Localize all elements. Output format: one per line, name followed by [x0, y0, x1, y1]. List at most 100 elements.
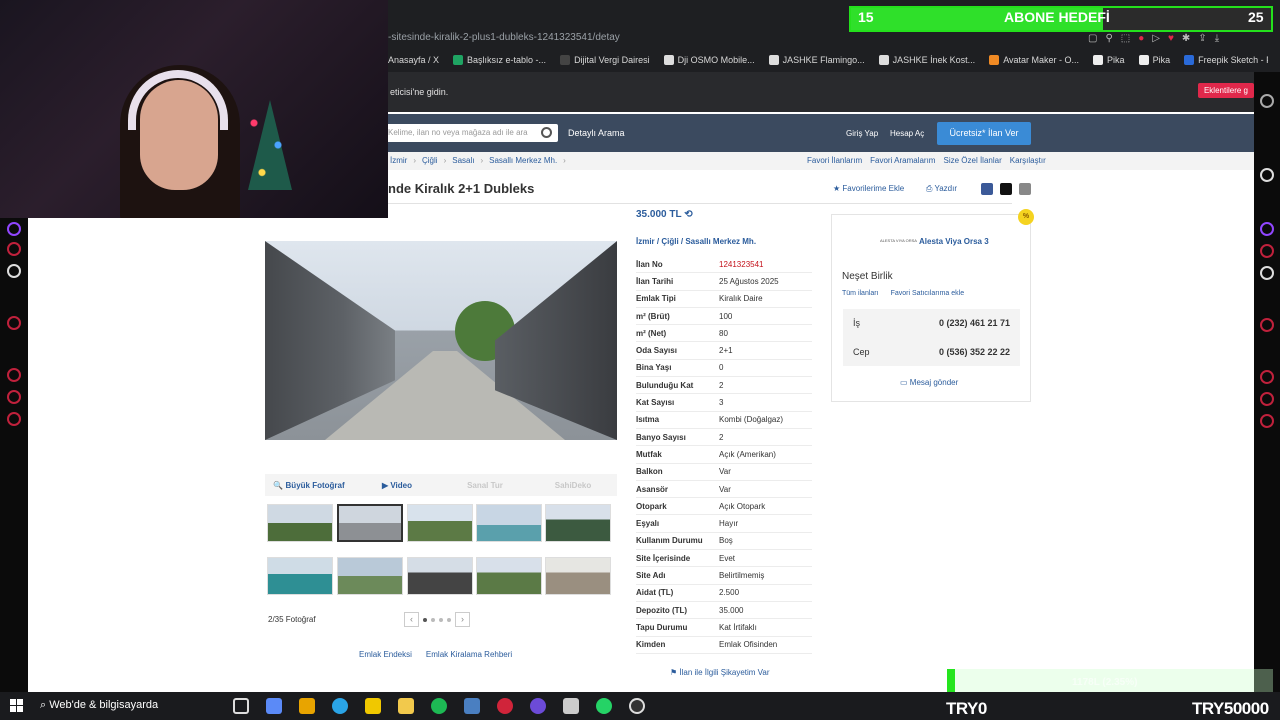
thumbnail[interactable] [267, 504, 333, 542]
report-link[interactable]: ⚑ İlan ile İlgili Şikayetim Var [670, 668, 770, 677]
app-icon[interactable] [464, 698, 480, 714]
bookmark-item[interactable]: Dijital Vergi Dairesi [560, 55, 650, 65]
instagram-icon[interactable] [1260, 244, 1274, 258]
bookmark-item[interactable]: Dji OSMO Mobile... [663, 55, 755, 65]
download-icon[interactable]: ⤓ [1215, 33, 1219, 44]
copilot-icon[interactable] [266, 698, 282, 714]
extensions-button[interactable]: Eklentilere g [1197, 83, 1254, 98]
thumbnail[interactable] [407, 557, 473, 595]
clock-icon[interactable] [1260, 370, 1274, 384]
breadcrumb-item[interactable]: Çiğli [422, 152, 438, 170]
settings-icon[interactable] [7, 390, 21, 404]
store-name[interactable]: Alesta Viya Orsa 3 [919, 237, 989, 246]
settings-icon[interactable] [1260, 392, 1274, 406]
history-icon[interactable]: ⟲ [684, 209, 692, 220]
tab-large-photo[interactable]: 🔍 Büyük Fotoğraf [265, 481, 353, 490]
task-view-icon[interactable] [233, 698, 249, 714]
main-photo[interactable] [265, 241, 617, 440]
bookmark-item[interactable]: Freepik Sketch - F... [1184, 55, 1268, 65]
circle-icon[interactable] [1260, 318, 1274, 332]
app-icon[interactable] [563, 698, 579, 714]
extension-icon[interactable]: ● [1138, 33, 1144, 44]
puzzle-icon[interactable]: ✱ [1182, 33, 1190, 44]
real-estate-index-link[interactable]: Emlak Endeksi [359, 650, 412, 659]
bookmark-item[interactable]: Anasayfa / X [388, 55, 439, 65]
badge-icon[interactable]: % [1018, 209, 1034, 225]
breadcrumb-item[interactable]: Sasallı Merkez Mh. [489, 152, 557, 170]
personal-listings-link[interactable]: Size Özel İlanlar [943, 152, 1001, 170]
tab-video[interactable]: ▶ Video [353, 481, 441, 490]
phone-number[interactable]: 0 (232) 461 21 71 [939, 318, 1010, 328]
breadcrumb-item[interactable]: Sasalı [452, 152, 474, 170]
thumbnail[interactable] [545, 557, 611, 595]
pager-dot[interactable] [431, 617, 435, 622]
search-icon[interactable] [541, 127, 552, 138]
print-button[interactable]: ⎙ Yazdır [926, 184, 957, 194]
obs-icon[interactable] [629, 698, 645, 714]
whatsapp-icon[interactable] [596, 698, 612, 714]
windows-start-icon[interactable] [10, 699, 23, 712]
edge-icon[interactable] [332, 698, 348, 714]
clock-icon[interactable] [7, 368, 21, 382]
play-icon[interactable]: ▷ [1152, 33, 1160, 44]
favorite-seller-link[interactable]: Favori Satıcılarıma ekle [891, 290, 965, 297]
twitch-icon[interactable] [1260, 222, 1274, 236]
x-icon[interactable] [7, 264, 21, 278]
pin-icon[interactable]: ⚲ [1105, 33, 1112, 44]
gear-icon[interactable] [7, 412, 21, 426]
circle-icon[interactable] [7, 316, 21, 330]
thumbnail[interactable] [337, 557, 403, 595]
bookmark-item[interactable]: JASHKE İnek Kost... [878, 55, 975, 65]
instagram-icon[interactable] [7, 242, 21, 256]
file-explorer-icon[interactable] [365, 698, 381, 714]
home-icon[interactable] [1260, 168, 1274, 182]
register-link[interactable]: Hesap Aç [890, 129, 924, 138]
send-message-button[interactable]: ▭ Mesaj gönder [900, 378, 958, 387]
location[interactable]: İzmir / Çiğli / Sasallı Merkez Mh. [636, 237, 756, 246]
phone-number[interactable]: 0 (536) 352 22 22 [939, 347, 1010, 357]
twitch-icon[interactable] [7, 222, 21, 236]
favorite-searches-link[interactable]: Favori Aramalarım [870, 152, 935, 170]
post-ad-button[interactable]: Ücretsiz* İlan Ver [937, 122, 1031, 145]
advanced-search-link[interactable]: Detaylı Arama [568, 128, 625, 138]
spotify-icon[interactable] [431, 698, 447, 714]
thumbnail[interactable] [476, 557, 542, 595]
search-input[interactable]: Kelime, ilan no veya mağaza adı ile ara [388, 124, 558, 142]
discord-icon[interactable] [530, 698, 546, 714]
bookmark-item[interactable]: Başlıksız e-tablo -... [453, 55, 546, 65]
share-icon[interactable]: ⇪ [1198, 33, 1206, 44]
heart-icon[interactable]: ♥ [1168, 33, 1174, 44]
thumbnail[interactable] [545, 504, 611, 542]
panel-icon[interactable]: ▢ [1088, 33, 1097, 44]
bookmark-item[interactable]: Avatar Maker - O... [989, 55, 1079, 65]
pager-dot[interactable] [439, 617, 443, 622]
x-icon[interactable] [1260, 266, 1274, 280]
opera-icon[interactable] [497, 698, 513, 714]
bookmark-item[interactable]: Pika [1138, 55, 1170, 65]
thumbnail[interactable] [476, 504, 542, 542]
thumbnail[interactable] [407, 504, 473, 542]
login-link[interactable]: Giriş Yap [846, 129, 878, 138]
next-button[interactable]: › [455, 612, 470, 627]
all-listings-link[interactable]: Tüm ilanları [842, 290, 879, 297]
app-icon[interactable] [299, 698, 315, 714]
bookmark-item[interactable]: Pika [1093, 55, 1125, 65]
prev-button[interactable]: ‹ [404, 612, 419, 627]
compare-link[interactable]: Karşılaştır [1010, 152, 1046, 170]
screenshot-icon[interactable]: ⬚ [1121, 33, 1130, 44]
folder-icon[interactable] [398, 698, 414, 714]
pager-dot[interactable] [447, 617, 451, 622]
gear-icon[interactable] [1260, 414, 1274, 428]
favorite-listings-link[interactable]: Favori İlanlarım [807, 152, 862, 170]
pager-dot[interactable] [423, 617, 427, 622]
mail-icon[interactable] [1019, 183, 1031, 195]
taskbar-search[interactable]: ⌕ Web'de & bilgisayarda [40, 699, 158, 712]
x-share-icon[interactable] [1000, 183, 1012, 195]
thumbnail[interactable] [337, 504, 403, 542]
favorite-button[interactable]: ★ Favorilerime Ekle [833, 184, 904, 193]
menu-icon[interactable] [1260, 94, 1274, 108]
breadcrumb-item[interactable]: İzmir [390, 152, 407, 170]
thumbnail[interactable] [267, 557, 333, 595]
bookmark-item[interactable]: JASHKE Flamingo... [768, 55, 865, 65]
facebook-icon[interactable] [981, 183, 993, 195]
